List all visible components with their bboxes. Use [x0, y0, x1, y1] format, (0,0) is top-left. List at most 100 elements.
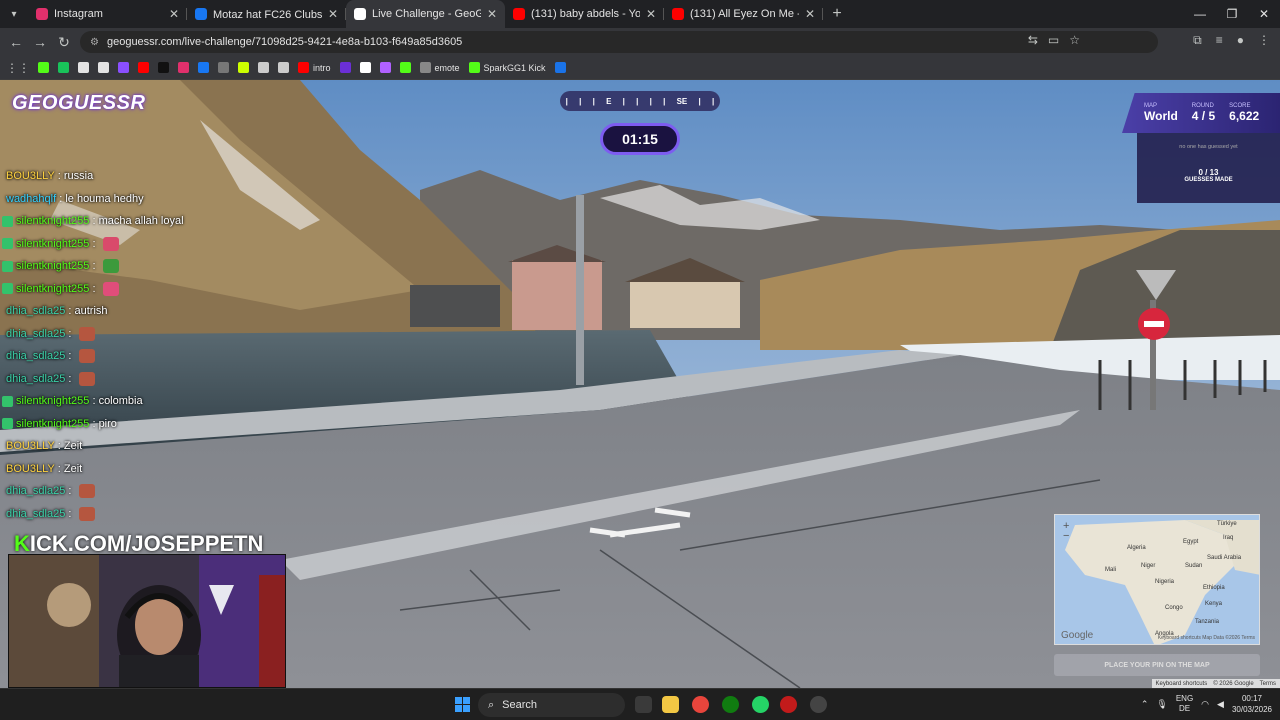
bookmark-item[interactable] — [138, 62, 149, 73]
round-timer: 01:15 — [600, 123, 680, 155]
browser-tab[interactable]: Live Challenge - GeoGuessr ✕ — [346, 0, 505, 28]
red-app-icon[interactable] — [780, 696, 797, 713]
tab-close-icon[interactable]: ✕ — [169, 7, 179, 21]
obs-icon[interactable] — [810, 696, 827, 713]
profile-avatar-icon[interactable]: ● — [1237, 33, 1244, 48]
chat-colon: : — [65, 372, 75, 385]
tab-search-button[interactable]: ▾ — [0, 0, 28, 28]
new-tab-button[interactable]: + — [823, 5, 851, 23]
compass-tick: | — [649, 96, 652, 106]
bookmark-item[interactable] — [258, 62, 269, 73]
microphone-icon[interactable]: 🎙 — [1156, 699, 1167, 710]
site-info-icon[interactable]: ⚙ — [90, 37, 99, 48]
tab-favicon — [36, 8, 48, 20]
bookmark-item[interactable]: intro — [298, 62, 331, 73]
streetview-panorama[interactable]: GEOGUESSR | | | E | | | | SE | | 01:15 MAP World R… — [0, 80, 1280, 688]
bookmark-item[interactable] — [218, 62, 229, 73]
guess-minimap[interactable]: + − Türkiye Iraq Algeria Egypt Saudi Arabia M… — [1054, 514, 1260, 645]
chat-username: silentknight255 — [16, 237, 90, 250]
browser-toolbar: ← → ↻ ⚙ geoguessr.com/live-challenge/710… — [0, 28, 1280, 56]
browser-tab[interactable]: Instagram ✕ — [28, 0, 187, 28]
tray-chevron-icon[interactable]: ⌃ — [1141, 699, 1149, 710]
place-pin-button[interactable]: PLACE YOUR PIN ON THE MAP — [1054, 654, 1260, 676]
minimize-button[interactable]: — — [1184, 0, 1216, 28]
bookmark-item[interactable] — [198, 62, 209, 73]
chat-text: russia — [63, 170, 94, 183]
xbox-icon[interactable] — [722, 696, 739, 713]
guess-count: 0 / 13 — [1198, 168, 1219, 177]
chat-username: dhia_sdla25 — [6, 305, 66, 318]
close-window-button[interactable]: ✕ — [1248, 0, 1280, 28]
menu-icon[interactable]: ⋮ — [1258, 33, 1270, 48]
webcam-image — [9, 555, 285, 687]
bookmark-item[interactable] — [38, 62, 49, 73]
bookmark-item[interactable] — [379, 62, 391, 73]
guesses-made-label: GUESSES MADE — [1184, 177, 1233, 183]
chat-text: Zeit — [63, 462, 83, 475]
reload-button[interactable]: ↻ — [52, 34, 76, 51]
bookmark-item[interactable]: emote — [419, 62, 460, 73]
address-bar[interactable]: ⚙ geoguessr.com/live-challenge/71098d25-… — [80, 31, 1158, 53]
keyboard-shortcuts-link[interactable]: Keyboard shortcuts — [1156, 681, 1208, 687]
chat-text: Zeit — [63, 440, 83, 453]
bookmark-favicon — [298, 62, 309, 73]
bookmark-favicon — [58, 62, 69, 73]
browser-tab[interactable]: Motaz hat FC26 Clubs 😮 eine ✕ — [187, 0, 346, 28]
volume-icon[interactable]: ◀ — [1217, 699, 1224, 710]
bookmark-star-icon[interactable]: ☆ — [1069, 33, 1080, 47]
bookmark-item[interactable] — [78, 62, 89, 73]
bookmark-item[interactable]: SparkGG1 Kick — [468, 62, 546, 73]
bookmark-item[interactable] — [58, 62, 69, 73]
file-explorer-icon[interactable] — [662, 696, 679, 713]
task-view-icon[interactable] — [635, 696, 652, 713]
maximize-button[interactable]: ❐ — [1216, 0, 1248, 28]
bookmark-favicon — [419, 62, 431, 73]
chat-username: silentknight255 — [16, 395, 90, 408]
chrome-icon[interactable] — [692, 696, 709, 713]
browser-tab[interactable]: (131) All Eyez On Me - YouT ✕ — [664, 0, 823, 28]
bookmark-favicon — [178, 62, 189, 73]
copyright-text: © 2026 Google — [1213, 680, 1254, 687]
bookmark-item[interactable] — [118, 62, 129, 73]
bookmark-favicon — [138, 62, 149, 73]
start-button[interactable] — [455, 697, 470, 712]
bookmark-item[interactable] — [359, 62, 371, 73]
bookmark-label: intro — [313, 62, 331, 73]
chat-username: BOU3LLY — [6, 462, 55, 475]
chat-colon: : — [54, 170, 64, 183]
bookmark-item[interactable] — [554, 62, 566, 73]
chat-username: BOU3LLY — [6, 440, 55, 453]
bookmark-item[interactable] — [238, 62, 249, 73]
back-button[interactable]: ← — [4, 34, 28, 50]
cast-icon[interactable]: ▭ — [1048, 33, 1059, 47]
language-indicator[interactable]: ENG DE — [1176, 694, 1193, 714]
tab-close-icon[interactable]: ✕ — [646, 7, 656, 21]
reading-list-icon[interactable]: ≡ — [1216, 33, 1223, 48]
omnibox-actions: ⇆ ▭ ☆ — [1028, 33, 1080, 47]
bookmark-item[interactable] — [158, 62, 169, 73]
tab-close-icon[interactable]: ✕ — [487, 7, 497, 21]
bookmark-item[interactable] — [339, 62, 351, 73]
bookmark-item[interactable] — [399, 62, 411, 73]
translate-icon[interactable]: ⇆ — [1028, 33, 1038, 47]
browser-tab[interactable]: (131) baby abdels - YouTube ✕ — [505, 0, 664, 28]
taskbar-search[interactable]: ⌕ Search — [478, 693, 625, 717]
game-status-panel: MAP World ROUND 4 / 5 SCORE 6,622 — [1122, 93, 1280, 133]
map-country-label: Niger — [1141, 563, 1156, 569]
wifi-icon[interactable]: ◠ — [1201, 699, 1209, 710]
taskbar-clock[interactable]: 00:17 30/03/2026 — [1232, 693, 1272, 715]
extensions-icon[interactable]: ⧉ — [1193, 33, 1202, 48]
terms-link[interactable]: Terms — [1260, 681, 1276, 687]
chat-username: BOU3LLY — [6, 170, 55, 183]
apps-grid-icon[interactable]: ⋮⋮ — [6, 61, 30, 75]
bookmark-item[interactable] — [278, 62, 289, 73]
tab-close-icon[interactable]: ✕ — [328, 7, 338, 21]
tab-close-icon[interactable]: ✕ — [805, 7, 815, 21]
chat-badge-icon — [2, 395, 13, 407]
forward-button[interactable]: → — [28, 34, 52, 50]
bookmark-item[interactable] — [98, 62, 109, 73]
bookmark-favicon — [198, 62, 209, 73]
zoom-out-button[interactable]: − — [1063, 531, 1069, 542]
whatsapp-icon[interactable] — [752, 696, 769, 713]
bookmark-item[interactable] — [178, 62, 189, 73]
